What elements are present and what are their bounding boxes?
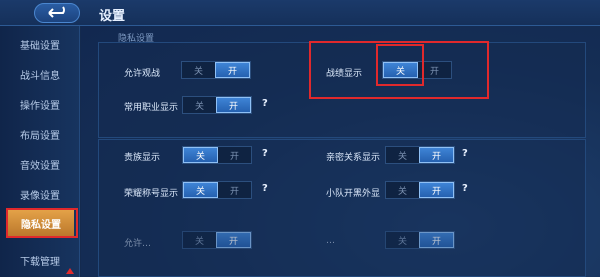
- common-role-toggle[interactable]: 关 开: [182, 96, 252, 114]
- back-arrow-icon: [48, 6, 65, 18]
- toggle-off[interactable]: 关: [386, 182, 419, 198]
- toggle-on[interactable]: 开: [215, 62, 250, 78]
- toggle-off[interactable]: 关: [183, 182, 218, 198]
- toggle-off[interactable]: 关: [183, 97, 216, 113]
- intimacy-label: 亲密关系显示: [326, 153, 381, 163]
- intimacy-toggle[interactable]: 关 开: [385, 146, 455, 164]
- back-button[interactable]: [34, 3, 80, 23]
- sidebar-item-layout[interactable]: 布局设置: [0, 122, 80, 146]
- toggle-off[interactable]: 关: [183, 147, 218, 163]
- section-title: 隐私设置: [118, 34, 155, 44]
- pointer-arrow-icon: [66, 268, 74, 274]
- honor-title-toggle[interactable]: 关 开: [182, 181, 252, 199]
- sidebar-item-sound[interactable]: 音效设置: [0, 152, 80, 176]
- toggle-on[interactable]: 开: [216, 97, 251, 113]
- row5-left-label: 允许…: [124, 239, 152, 249]
- toggle-on[interactable]: 开: [419, 147, 454, 163]
- help-icon[interactable]: ?: [462, 148, 468, 159]
- row5-right-label: …: [326, 236, 335, 246]
- sidebar: 基础设置 战斗信息 操作设置 布局设置 音效设置 录像设置 隐私设置 下载管理: [0, 26, 80, 277]
- toggle-off[interactable]: 关: [386, 147, 419, 163]
- sidebar-item-basic[interactable]: 基础设置: [0, 32, 80, 56]
- sidebar-item-controls[interactable]: 操作设置: [0, 92, 80, 116]
- toggle-on[interactable]: 开: [216, 232, 251, 248]
- highlight-box-off-button: [376, 44, 424, 86]
- help-icon[interactable]: ?: [262, 183, 268, 194]
- sidebar-item-battle-info[interactable]: 战斗信息: [0, 62, 80, 86]
- allow-watch-label: 允许观战: [124, 69, 161, 79]
- help-icon[interactable]: ?: [462, 183, 468, 194]
- toggle-off[interactable]: 关: [182, 62, 215, 78]
- toggle-on[interactable]: 开: [218, 147, 251, 163]
- toggle-on[interactable]: 开: [419, 182, 454, 198]
- highlight-box-privacy-tab: [6, 208, 78, 238]
- sidebar-item-replay[interactable]: 录像设置: [0, 182, 80, 206]
- row5-right-toggle[interactable]: 关 开: [385, 231, 455, 249]
- toggle-off[interactable]: 关: [386, 232, 419, 248]
- page-title: 设置: [99, 9, 126, 24]
- help-icon[interactable]: ?: [262, 98, 268, 109]
- help-icon[interactable]: ?: [262, 148, 268, 159]
- toggle-on[interactable]: 开: [218, 182, 251, 198]
- common-role-label: 常用职业显示: [124, 103, 179, 113]
- toggle-on[interactable]: 开: [419, 232, 454, 248]
- team-skin-label: 小队开黑外显: [326, 189, 381, 199]
- team-skin-toggle[interactable]: 关 开: [385, 181, 455, 199]
- top-bar: 设置: [0, 0, 600, 26]
- row5-left-toggle[interactable]: 关 开: [182, 231, 252, 249]
- allow-watch-toggle[interactable]: 关 开: [181, 61, 251, 79]
- noble-label: 贵族显示: [124, 153, 161, 163]
- noble-toggle[interactable]: 关 开: [182, 146, 252, 164]
- toggle-off[interactable]: 关: [183, 232, 216, 248]
- honor-title-label: 荣耀称号显示: [124, 189, 179, 199]
